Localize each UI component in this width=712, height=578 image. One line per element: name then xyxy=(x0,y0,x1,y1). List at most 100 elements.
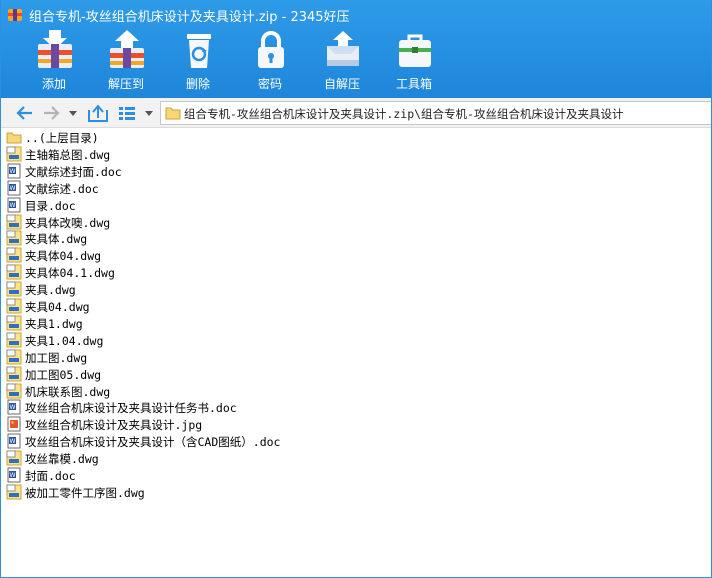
file-row[interactable]: 加工图.dwg xyxy=(6,349,506,366)
file-row[interactable]: W 攻丝组合机床设计及夹具设计（含CAD图纸）.doc xyxy=(6,433,506,450)
dwg-file-icon xyxy=(6,264,22,280)
recycle-bin-icon xyxy=(187,34,211,68)
view-dropdown-icon[interactable] xyxy=(143,103,155,123)
file-row[interactable]: 夹具体04.1.dwg xyxy=(6,264,506,281)
password-button[interactable]: 密码 xyxy=(235,30,305,96)
file-name: 夹具04.dwg xyxy=(25,300,90,314)
folder-icon xyxy=(165,107,181,120)
self-extract-icon xyxy=(327,31,359,66)
file-name: 夹具1.04.dwg xyxy=(25,333,104,348)
add-button[interactable]: 添加 xyxy=(19,30,89,96)
folder-icon xyxy=(6,132,22,144)
address-bar[interactable]: 组合专机-攻丝组合机床设计及夹具设计.zip\组合专机-攻丝组合机床设计及夹具设… xyxy=(160,101,711,125)
file-name: 夹具.dwg xyxy=(25,283,76,298)
file-name: 夹具体改噢.dwg xyxy=(25,215,111,230)
file-name: 攻丝组合机床设计及夹具设计（含CAD图纸）.doc xyxy=(25,435,281,450)
file-name: 攻丝组合机床设计及夹具设计任务书.doc xyxy=(25,401,237,416)
toolbox-button[interactable]: 工具箱 xyxy=(379,30,449,96)
doc-file-icon: W xyxy=(7,433,21,449)
doc-file-icon: W xyxy=(7,399,21,415)
file-list: ..(上层目录) 主轴箱总图.dwg W 文献综述封面.doc W 文献综述.doc W 目录… xyxy=(3,128,711,576)
window-title: 组合专机-攻丝组合机床设计及夹具设计.zip - 2345好压 xyxy=(29,10,350,25)
dwg-file-icon xyxy=(6,332,22,348)
file-row[interactable]: 攻丝靠模.dwg xyxy=(6,450,506,467)
toolbar: 添加 解压到 删除 密码 自解压 工具箱 xyxy=(1,30,711,96)
file-row[interactable]: 攻丝组合机床设计及夹具设计.jpg xyxy=(6,416,506,433)
delete-button[interactable]: 删除 xyxy=(163,30,233,96)
file-row[interactable]: W 目录.doc xyxy=(6,197,506,214)
file-row[interactable]: W 封面.doc xyxy=(6,467,506,484)
doc-file-icon: W xyxy=(7,197,21,213)
file-name: 目录.doc xyxy=(25,198,76,213)
file-name: 文献综述.doc xyxy=(25,181,99,196)
toolbox-icon xyxy=(399,34,431,67)
header: 组合专机-攻丝组合机床设计及夹具设计.zip - 2345好压 添加 解压到 删… xyxy=(1,0,711,98)
file-row[interactable]: W 攻丝组合机床设计及夹具设计任务书.doc xyxy=(6,399,506,416)
file-row[interactable]: 夹具.dwg xyxy=(6,281,506,298)
svg-text:W: W xyxy=(10,168,16,175)
app-window: 组合专机-攻丝组合机床设计及夹具设计.zip - 2345好压 添加 解压到 删… xyxy=(0,0,712,578)
file-name: 夹具体04.1.dwg xyxy=(25,266,115,281)
doc-file-icon: W xyxy=(7,180,21,196)
dwg-file-icon xyxy=(6,230,22,246)
dwg-file-icon xyxy=(6,450,22,466)
parent-folder-row[interactable]: ..(上层目录) xyxy=(6,129,506,146)
svg-text:W: W xyxy=(10,202,16,209)
file-name: 夹具体04.dwg xyxy=(25,249,102,264)
file-name: 文献综述封面.doc xyxy=(25,164,122,179)
svg-text:W: W xyxy=(10,185,16,192)
extract-button[interactable]: 解压到 xyxy=(91,30,161,96)
dropdown-arrow-icon[interactable] xyxy=(67,103,79,123)
address-path: 组合专机-攻丝组合机床设计及夹具设计.zip\组合专机-攻丝组合机床设计及夹具设… xyxy=(184,107,624,121)
up-folder-icon[interactable] xyxy=(87,103,109,123)
file-row[interactable]: 加工图05.dwg xyxy=(6,366,506,383)
add-archive-icon xyxy=(38,30,72,68)
file-row[interactable]: 被加工零件工序图.dwg xyxy=(6,484,506,501)
file-name: 机床联系图.dwg xyxy=(25,384,111,399)
dwg-file-icon xyxy=(6,146,22,162)
navigation-bar: 组合专机-攻丝组合机床设计及夹具设计.zip\组合专机-攻丝组合机床设计及夹具设… xyxy=(1,98,711,128)
file-name: 加工图05.dwg xyxy=(25,367,102,382)
add-label: 添加 xyxy=(41,77,66,91)
file-name: 夹具1.dwg xyxy=(25,316,83,331)
file-row[interactable]: 夹具1.04.dwg xyxy=(6,332,506,349)
svg-text:W: W xyxy=(10,472,16,479)
doc-file-icon: W xyxy=(7,467,21,483)
toolbox-label: 工具箱 xyxy=(395,77,432,91)
file-row[interactable]: 主轴箱总图.dwg xyxy=(6,146,506,163)
lock-icon xyxy=(258,31,284,68)
file-row[interactable]: 夹具1.dwg xyxy=(6,315,506,332)
password-label: 密码 xyxy=(257,77,282,91)
dwg-file-icon xyxy=(6,214,22,229)
title-bar[interactable]: 组合专机-攻丝组合机床设计及夹具设计.zip - 2345好压 xyxy=(1,0,711,30)
dwg-file-icon xyxy=(6,383,22,398)
file-row[interactable]: 夹具04.dwg xyxy=(6,298,506,315)
svg-text:W: W xyxy=(10,404,16,411)
self-extract-label: 自解压 xyxy=(323,77,360,91)
extract-label: 解压到 xyxy=(107,77,144,91)
file-row[interactable]: W 文献综述.doc xyxy=(6,180,506,197)
file-name: 攻丝靠模.dwg xyxy=(25,452,99,467)
extract-icon xyxy=(110,30,144,68)
view-mode-icon[interactable] xyxy=(117,103,137,123)
file-row[interactable]: 夹具体04.dwg xyxy=(6,247,506,264)
dwg-file-icon xyxy=(6,247,22,263)
file-row[interactable]: 机床联系图.dwg xyxy=(6,383,506,400)
file-row[interactable]: 夹具体改噢.dwg xyxy=(6,214,506,231)
jpg-file-icon xyxy=(7,416,21,432)
file-name: 加工图.dwg xyxy=(25,350,88,365)
svg-text:W: W xyxy=(10,438,16,445)
back-arrow-icon[interactable] xyxy=(15,103,35,123)
dwg-file-icon xyxy=(6,484,22,500)
dwg-file-icon xyxy=(6,366,22,382)
file-row[interactable]: W 文献综述封面.doc xyxy=(6,163,506,180)
self-extract-button[interactable]: 自解压 xyxy=(307,30,377,96)
app-logo-icon xyxy=(8,9,22,21)
file-name: 夹具体.dwg xyxy=(25,232,88,247)
delete-label: 删除 xyxy=(185,77,210,91)
forward-arrow-icon[interactable] xyxy=(41,103,61,123)
dwg-file-icon xyxy=(6,298,22,314)
file-name: ..(上层目录) xyxy=(25,131,99,145)
file-row[interactable]: 夹具体.dwg xyxy=(6,230,506,247)
file-name: 主轴箱总图.dwg xyxy=(25,147,111,162)
